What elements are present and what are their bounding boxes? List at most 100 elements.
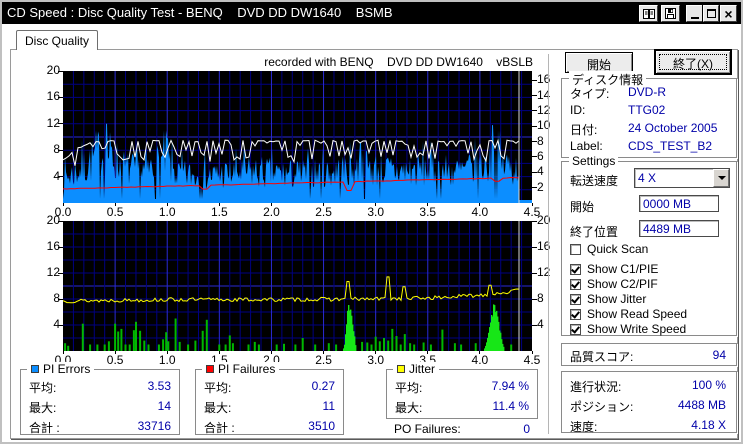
checkbox-label: Show Jitter	[587, 292, 647, 306]
report-button[interactable]	[639, 5, 658, 22]
tab-disc-quality[interactable]: Disc Quality	[16, 30, 98, 50]
max-value: 11	[322, 399, 335, 413]
end-pos-label: 終了位置	[570, 225, 619, 239]
avg-value: 0.27	[311, 379, 335, 393]
checkbox-icon	[570, 278, 581, 290]
end-pos-input[interactable]: 4489 MB	[639, 220, 719, 237]
tab-page: recorded with BENQ DVD DD DW1640 vBSLB 2…	[10, 49, 738, 439]
avg-value: 7.94 %	[491, 379, 529, 393]
position-label: ポジション:	[570, 400, 634, 414]
checkbox-show-c2-pif[interactable]: Show C2/PIF	[570, 277, 658, 291]
checkbox-label: Show Read Speed	[587, 307, 688, 321]
avg-value: 3.53	[147, 379, 171, 393]
disc-info-group: ディスク情報 タイプ: DVD-R ID: TTG02 日付: 24 Octob…	[561, 71, 737, 158]
book-icon	[642, 8, 655, 19]
progress-box: 進行状況: 100 % ポジション: 4488 MB 速度: 4.18 X	[561, 371, 737, 434]
po-failures-value: 0	[523, 422, 530, 436]
maximize-icon	[706, 9, 716, 18]
jitter-legend: Jitter	[393, 362, 440, 376]
app-window: CD Speed : Disc Quality Test - BENQ DVD …	[0, 0, 743, 444]
quality-score-box: 品質スコア: 94	[561, 343, 737, 366]
exit-button[interactable]: 終了(X)	[655, 50, 731, 74]
position-value: 4488 MB	[677, 398, 726, 412]
jitter-color-swatch	[397, 365, 405, 373]
pi-errors-legend: PI Errors	[27, 362, 95, 376]
max-label: 最大:	[204, 401, 232, 415]
quality-score-label: 品質スコア:	[570, 350, 634, 364]
pi-errors-statbox: PI Errors 平均: 3.53 最大: 14 合計 : 33716	[20, 362, 180, 435]
max-label: 最大:	[395, 401, 423, 415]
checkbox-show-write-speed[interactable]: Show Write Speed	[570, 322, 686, 336]
pi-errors-title: PI Errors	[43, 362, 91, 376]
close-icon: ×	[724, 5, 733, 22]
po-failures-row: PO Failures: 0	[394, 422, 530, 436]
pi-failures-legend: PI Failures	[202, 362, 280, 376]
avg-label: 平均:	[29, 381, 57, 395]
disc-date-value: 24 October 2005	[628, 121, 718, 135]
minimize-button[interactable]	[686, 5, 703, 22]
disc-type-label: タイプ:	[570, 87, 610, 101]
speed-selected-value: 4 X	[638, 171, 657, 185]
close-button[interactable]: ×	[720, 5, 737, 22]
save-icon	[665, 8, 676, 19]
checkbox-icon	[570, 293, 581, 305]
checkbox-label: Quick Scan	[587, 242, 649, 256]
max-label: 最大:	[29, 401, 57, 415]
checkbox-show-read-speed[interactable]: Show Read Speed	[570, 307, 687, 321]
speed-readout-label: 速度:	[570, 420, 598, 434]
start-button[interactable]: 開始	[565, 52, 633, 73]
total-label: 合計 :	[204, 421, 235, 435]
speed-label: 転送速度	[570, 174, 619, 188]
pi-failures-color-swatch	[206, 365, 214, 373]
checkbox-quick-scan[interactable]: Quick Scan	[570, 242, 648, 256]
window-title: CD Speed : Disc Quality Test - BENQ DVD …	[7, 5, 393, 20]
total-value: 3510	[308, 419, 335, 433]
checkbox-label: Show C1/PIE	[587, 262, 659, 276]
pi-errors-chart: 20 16 12 8 4 16 14 12 10 8 6 4 2 0.0 0.5 1.0 1.5 2.0 2.5 3.…	[46, 63, 551, 219]
progress-value: 100 %	[691, 378, 726, 392]
checkbox-icon	[570, 308, 581, 320]
disc-label-value: CDS_TEST_B2	[628, 139, 713, 153]
speed-readout-value: 4.18 X	[691, 418, 726, 432]
start-pos-input[interactable]: 0000 MB	[639, 195, 719, 212]
checkbox-icon	[570, 263, 581, 275]
pi-errors-color-swatch	[31, 365, 39, 373]
max-value: 11.4 %	[492, 399, 529, 413]
save-button[interactable]	[661, 5, 680, 22]
settings-group: Settings 転送速度 4 X 開始 0000 MB 終了位置 4489 M…	[561, 154, 737, 336]
maximize-button[interactable]	[703, 5, 719, 22]
progress-label: 進行状況:	[570, 380, 622, 394]
checkbox-label: Show Write Speed	[587, 322, 687, 336]
disc-date-label: 日付:	[570, 123, 598, 137]
checkbox-show-c1-pie[interactable]: Show C1/PIE	[570, 262, 658, 276]
minimize-icon	[690, 16, 699, 19]
pi-failures-jitter-chart: 20 16 12 8 4 20 16 12 8 4 0.0 0.5 1.0 1.5 2.0 2.5 3.0 3.5…	[46, 213, 551, 367]
panel-divider	[548, 54, 549, 434]
speed-select[interactable]: 4 X	[634, 168, 730, 188]
jitter-statbox: Jitter 平均: 7.94 % 最大: 11.4 %	[386, 362, 538, 419]
checkbox-icon	[570, 243, 581, 255]
pi-failures-title: PI Failures	[218, 362, 276, 376]
checkbox-icon	[570, 323, 581, 335]
chevron-down-icon[interactable]	[713, 169, 729, 187]
disc-type-value: DVD-R	[628, 85, 666, 99]
checkbox-show-jitter[interactable]: Show Jitter	[570, 292, 646, 306]
total-label: 合計 :	[29, 421, 60, 435]
avg-label: 平均:	[204, 381, 232, 395]
chart-header: recorded with BENQ DVD DD DW1640 vBSLB	[264, 55, 533, 69]
po-failures-label: PO Failures:	[394, 422, 461, 436]
disc-label-label: Label:	[570, 139, 603, 153]
checkbox-label: Show C2/PIF	[587, 277, 658, 291]
settings-title: Settings	[569, 154, 619, 168]
avg-label: 平均:	[395, 381, 423, 395]
disc-id-value: TTG02	[628, 103, 666, 117]
start-pos-label: 開始	[570, 200, 595, 214]
total-value: 33716	[137, 419, 171, 433]
tab-strip	[2, 24, 741, 50]
quality-score-value: 94	[712, 348, 726, 362]
disc-id-label: ID:	[570, 103, 586, 117]
titlebar: CD Speed : Disc Quality Test - BENQ DVD …	[2, 2, 741, 24]
jitter-title: Jitter	[409, 362, 436, 376]
pi-failures-statbox: PI Failures 平均: 0.27 最大: 11 合計 : 3510	[195, 362, 344, 435]
focus-rect	[659, 54, 727, 70]
